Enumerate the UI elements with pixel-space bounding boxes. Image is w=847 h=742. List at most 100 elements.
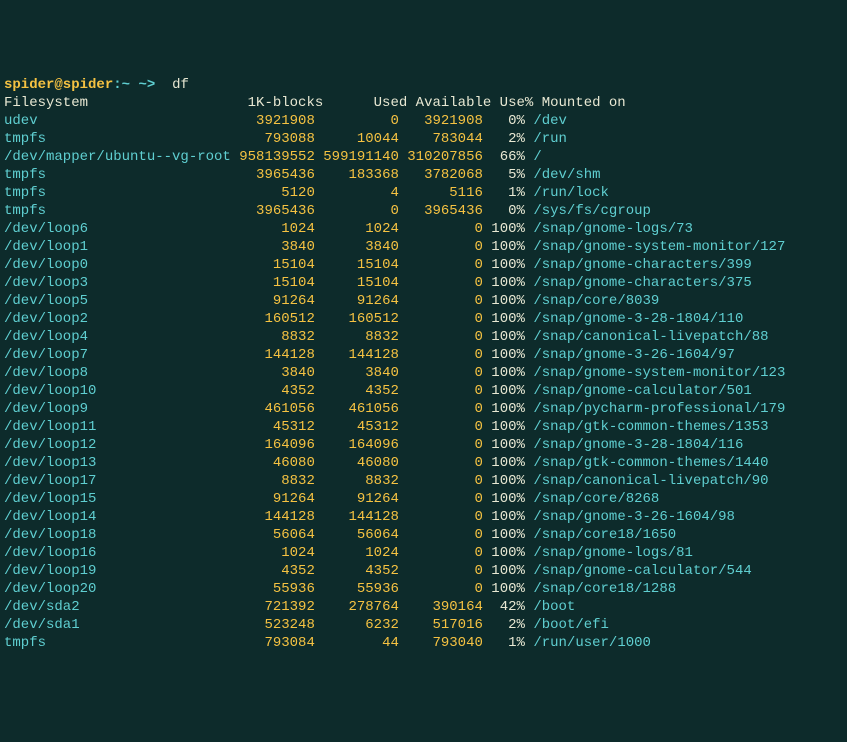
filesystem-cell: /dev/loop16 (4, 545, 231, 561)
used-cell: 8832 (315, 473, 399, 489)
available-cell: 0 (399, 527, 483, 543)
filesystem-cell: /dev/loop6 (4, 221, 231, 237)
blocks-cell: 144128 (231, 347, 315, 363)
df-row: /dev/sda2 721392 278764 390164 42% /boot (4, 598, 843, 616)
used-cell: 144128 (315, 347, 399, 363)
df-row: tmpfs 3965436 183368 3782068 5% /dev/shm (4, 166, 843, 184)
filesystem-cell: /dev/loop13 (4, 455, 231, 471)
usepct-cell: 100% (483, 383, 525, 399)
usepct-cell: 100% (483, 419, 525, 435)
available-cell: 0 (399, 275, 483, 291)
df-row: /dev/loop5 91264 91264 0 100% /snap/core… (4, 292, 843, 310)
df-row: /dev/loop8 3840 3840 0 100% /snap/gnome-… (4, 364, 843, 382)
usepct-cell: 100% (483, 455, 525, 471)
available-cell: 0 (399, 509, 483, 525)
used-cell: 4352 (315, 383, 399, 399)
df-row: tmpfs 5120 4 5116 1% /run/lock (4, 184, 843, 202)
df-row: udev 3921908 0 3921908 0% /dev (4, 112, 843, 130)
available-cell: 793040 (399, 635, 483, 651)
filesystem-cell: /dev/loop11 (4, 419, 231, 435)
mount-cell: /boot (533, 599, 575, 615)
prompt-path: ~ (122, 77, 130, 93)
used-cell: 45312 (315, 419, 399, 435)
blocks-cell: 160512 (231, 311, 315, 327)
mount-cell: /snap/gnome-logs/81 (533, 545, 693, 561)
filesystem-cell: /dev/loop7 (4, 347, 231, 363)
used-cell: 4 (315, 185, 399, 201)
df-row: /dev/loop12 164096 164096 0 100% /snap/g… (4, 436, 843, 454)
mount-cell: /snap/gnome-3-26-1604/98 (533, 509, 735, 525)
mount-cell: /snap/canonical-livepatch/90 (533, 473, 768, 489)
used-cell: 3840 (315, 239, 399, 255)
usepct-cell: 100% (483, 491, 525, 507)
blocks-cell: 461056 (231, 401, 315, 417)
used-cell: 1024 (315, 545, 399, 561)
mount-cell: /snap/gnome-3-26-1604/97 (533, 347, 735, 363)
available-cell: 783044 (399, 131, 483, 147)
available-cell: 3782068 (399, 167, 483, 183)
available-cell: 0 (399, 581, 483, 597)
usepct-cell: 100% (483, 563, 525, 579)
available-cell: 5116 (399, 185, 483, 201)
prompt-sep: : (113, 77, 121, 93)
usepct-cell: 100% (483, 311, 525, 327)
filesystem-cell: /dev/sda1 (4, 617, 231, 633)
terminal-output: spider@spider:~ ~> dfFilesystem 1K-block… (4, 76, 843, 652)
blocks-cell: 3921908 (231, 113, 315, 129)
prompt-line[interactable]: spider@spider:~ ~> df (4, 76, 843, 94)
filesystem-cell: udev (4, 113, 231, 129)
used-cell: 0 (315, 113, 399, 129)
df-row: tmpfs 3965436 0 3965436 0% /sys/fs/cgrou… (4, 202, 843, 220)
blocks-cell: 3965436 (231, 167, 315, 183)
available-cell: 0 (399, 257, 483, 273)
available-cell: 0 (399, 293, 483, 309)
filesystem-cell: tmpfs (4, 203, 231, 219)
df-row: /dev/loop9 461056 461056 0 100% /snap/py… (4, 400, 843, 418)
used-cell: 164096 (315, 437, 399, 453)
mount-cell: /snap/gnome-logs/73 (533, 221, 693, 237)
available-cell: 3921908 (399, 113, 483, 129)
filesystem-cell: /dev/loop19 (4, 563, 231, 579)
df-row: /dev/loop17 8832 8832 0 100% /snap/canon… (4, 472, 843, 490)
df-row: /dev/loop2 160512 160512 0 100% /snap/gn… (4, 310, 843, 328)
filesystem-cell: /dev/loop0 (4, 257, 231, 273)
command-text: df (172, 77, 189, 93)
available-cell: 390164 (399, 599, 483, 615)
blocks-cell: 144128 (231, 509, 315, 525)
prompt-arrow: ~> (138, 77, 155, 93)
available-cell: 0 (399, 311, 483, 327)
mount-cell: /boot/efi (533, 617, 609, 633)
available-cell: 0 (399, 365, 483, 381)
usepct-cell: 100% (483, 509, 525, 525)
blocks-cell: 8832 (231, 473, 315, 489)
mount-cell: /snap/core/8268 (533, 491, 659, 507)
available-cell: 0 (399, 473, 483, 489)
blocks-cell: 15104 (231, 257, 315, 273)
usepct-cell: 100% (483, 527, 525, 543)
df-row: tmpfs 793088 10044 783044 2% /run (4, 130, 843, 148)
used-cell: 4352 (315, 563, 399, 579)
filesystem-cell: /dev/loop2 (4, 311, 231, 327)
filesystem-cell: tmpfs (4, 185, 231, 201)
df-row: /dev/loop16 1024 1024 0 100% /snap/gnome… (4, 544, 843, 562)
available-cell: 0 (399, 401, 483, 417)
available-cell: 0 (399, 383, 483, 399)
available-cell: 0 (399, 545, 483, 561)
mount-cell: /snap/pycharm-professional/179 (533, 401, 785, 417)
used-cell: 44 (315, 635, 399, 651)
available-cell: 0 (399, 221, 483, 237)
mount-cell: /snap/gnome-system-monitor/123 (533, 365, 785, 381)
blocks-cell: 164096 (231, 437, 315, 453)
prompt-user: spider@spider (4, 77, 113, 93)
blocks-cell: 15104 (231, 275, 315, 291)
available-cell: 0 (399, 455, 483, 471)
usepct-cell: 2% (483, 131, 525, 147)
used-cell: 144128 (315, 509, 399, 525)
blocks-cell: 4352 (231, 383, 315, 399)
available-cell: 0 (399, 347, 483, 363)
mount-cell: /sys/fs/cgroup (533, 203, 651, 219)
usepct-cell: 100% (483, 473, 525, 489)
filesystem-cell: /dev/mapper/ubuntu--vg-root (4, 149, 231, 165)
mount-cell: /dev (533, 113, 567, 129)
mount-cell: /snap/gnome-system-monitor/127 (533, 239, 785, 255)
